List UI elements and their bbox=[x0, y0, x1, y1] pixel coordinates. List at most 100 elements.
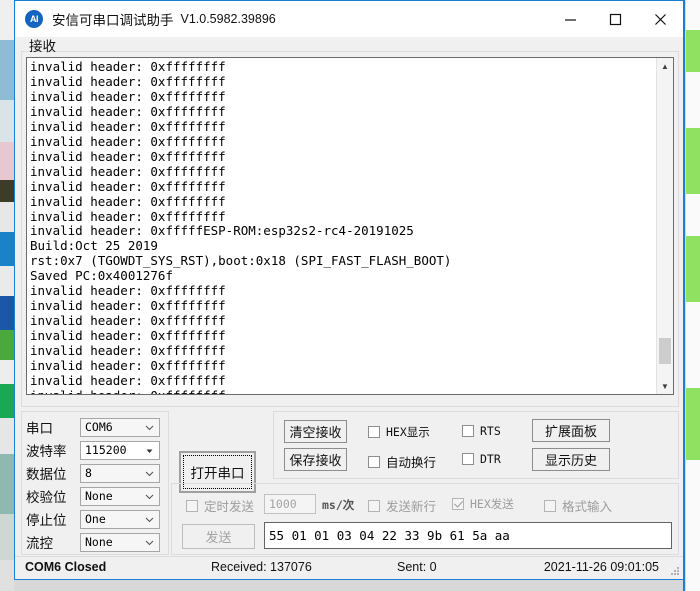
window-title: 安信可串口调试助手 bbox=[52, 13, 174, 28]
rts-label: RTS bbox=[480, 424, 501, 438]
setting-row-baud-rate: 波特率 115200 bbox=[26, 439, 160, 461]
background-thumbnail bbox=[0, 266, 14, 296]
format-input-checkbox[interactable]: 格式输入 bbox=[544, 496, 612, 515]
setting-row-flow-control: 流控 None bbox=[26, 531, 160, 553]
background-thumbnail bbox=[0, 296, 14, 330]
status-received-count: Received: 137076 bbox=[211, 560, 312, 574]
setting-row-stop-bits: 停止位 One bbox=[26, 508, 160, 530]
save-receive-button[interactable]: 保存接收 bbox=[284, 448, 347, 471]
dtr-label: DTR bbox=[480, 452, 501, 466]
background-thumbnail bbox=[0, 418, 14, 454]
flow-control-label: 流控 bbox=[26, 536, 53, 551]
show-history-button[interactable]: 显示历史 bbox=[532, 448, 610, 471]
background-thumbnail bbox=[0, 330, 14, 360]
hex-display-checkbox[interactable]: HEX显示 bbox=[368, 424, 430, 440]
clear-receive-button[interactable]: 清空接收 bbox=[284, 420, 347, 443]
background-green-strip bbox=[686, 128, 700, 194]
send-button[interactable]: 发送 bbox=[182, 524, 255, 549]
expand-panel-button[interactable]: 扩展面板 bbox=[532, 419, 610, 442]
format-input-label: 格式输入 bbox=[562, 500, 613, 514]
setting-row-serial-port: 串口 COM6 bbox=[26, 416, 160, 438]
background-thumbnail bbox=[0, 100, 14, 142]
send-panel: 定时发送 1000 ms/次 发送新行 HEX发送 格式输入 发送 55 01 … bbox=[171, 483, 679, 555]
chevron-down-icon bbox=[144, 491, 155, 502]
hex-send-checkbox[interactable]: HEX发送 bbox=[452, 496, 514, 512]
timed-send-label: 定时发送 bbox=[204, 500, 255, 514]
chevron-down-icon bbox=[144, 445, 155, 456]
timed-send-checkbox[interactable]: 定时发送 bbox=[186, 496, 254, 515]
send-interval-input[interactable]: 1000 bbox=[264, 494, 316, 514]
dtr-checkbox[interactable]: DTR bbox=[462, 452, 501, 466]
send-newline-label: 发送新行 bbox=[386, 500, 437, 514]
auto-wrap-checkbox[interactable]: 自动换行 bbox=[368, 452, 436, 471]
checkbox-box-icon bbox=[368, 499, 380, 512]
minimize-button[interactable] bbox=[548, 2, 593, 36]
status-timestamp: 2021-11-26 09:01:05 bbox=[543, 560, 659, 574]
receive-actions-panel: 清空接收 保存接收 HEX显示 自动换行 RTS DTR 扩展面板 显示历史 bbox=[273, 411, 679, 479]
checkbox-box-icon bbox=[186, 499, 198, 512]
application-window: AI 安信可串口调试助手 V1.0.5982.39896 接收 invalid … bbox=[14, 0, 684, 580]
setting-row-parity: 校验位 None bbox=[26, 485, 160, 507]
window-version: V1.0.5982.39896 bbox=[180, 12, 276, 26]
background-thumbnail bbox=[0, 232, 14, 266]
send-data-input[interactable]: 55 01 01 03 04 22 33 9b 61 5a aa bbox=[264, 522, 672, 549]
flow-control-select[interactable]: None bbox=[80, 532, 160, 552]
status-bar: COM6 Closed Received: 137076 Sent: 0 202… bbox=[15, 556, 683, 579]
maximize-icon bbox=[609, 13, 622, 25]
receive-panel: 接收 invalid header: 0xffffffff invalid he… bbox=[21, 37, 679, 407]
flow-control-value: None bbox=[85, 535, 113, 549]
receive-textarea-container: invalid header: 0xffffffff invalid heade… bbox=[26, 57, 674, 395]
background-green-strip bbox=[686, 30, 700, 72]
background-thumbnail bbox=[0, 142, 14, 180]
chevron-down-icon bbox=[144, 468, 155, 479]
status-sent-count: Sent: 0 bbox=[397, 560, 437, 574]
close-button[interactable] bbox=[638, 2, 683, 36]
parity-select[interactable]: None bbox=[80, 486, 160, 506]
baud-rate-select[interactable]: 115200 bbox=[80, 440, 160, 460]
scroll-down-arrow-icon[interactable]: ▼ bbox=[657, 378, 673, 394]
stop-bits-value: One bbox=[85, 512, 106, 526]
receive-scrollbar[interactable]: ▲ ▼ bbox=[656, 58, 673, 394]
checkbox-box-icon bbox=[462, 425, 474, 437]
maximize-button[interactable] bbox=[593, 2, 638, 36]
data-bits-label: 数据位 bbox=[26, 467, 67, 482]
checkbox-box-icon bbox=[462, 453, 474, 465]
receive-textarea[interactable]: invalid header: 0xffffffff invalid heade… bbox=[27, 58, 656, 394]
stop-bits-select[interactable]: One bbox=[80, 509, 160, 529]
checkbox-box-icon bbox=[368, 455, 380, 468]
serial-port-select[interactable]: COM6 bbox=[80, 417, 160, 437]
background-thumbnail bbox=[0, 40, 14, 100]
background-green-strip bbox=[686, 236, 700, 302]
scroll-up-arrow-icon[interactable]: ▲ bbox=[657, 58, 673, 74]
status-connection: COM6 Closed bbox=[25, 560, 107, 574]
chevron-down-icon bbox=[144, 514, 155, 525]
hex-display-label: HEX显示 bbox=[386, 425, 430, 439]
serial-port-value: COM6 bbox=[85, 420, 113, 434]
background-thumbnail bbox=[0, 514, 14, 560]
data-bits-value: 8 bbox=[85, 466, 92, 480]
stop-bits-label: 停止位 bbox=[26, 513, 67, 528]
chevron-down-icon bbox=[144, 537, 155, 548]
app-logo-icon: AI bbox=[25, 10, 43, 28]
title-bar: AI 安信可串口调试助手 V1.0.5982.39896 bbox=[15, 1, 683, 37]
rts-checkbox[interactable]: RTS bbox=[462, 424, 501, 438]
checkbox-box-icon bbox=[544, 499, 556, 512]
background-thumbnail bbox=[0, 384, 14, 418]
scrollbar-thumb[interactable] bbox=[659, 338, 671, 364]
send-newline-checkbox[interactable]: 发送新行 bbox=[368, 496, 436, 515]
send-interval-unit-label: ms/次 bbox=[322, 498, 355, 512]
parity-value: None bbox=[85, 489, 113, 503]
auto-wrap-label: 自动换行 bbox=[386, 456, 437, 470]
minimize-icon bbox=[565, 18, 576, 21]
background-thumbnail bbox=[0, 560, 14, 591]
resize-grip-icon[interactable] bbox=[670, 566, 680, 576]
setting-row-data-bits: 数据位 8 bbox=[26, 462, 160, 484]
close-icon bbox=[655, 13, 666, 25]
data-bits-select[interactable]: 8 bbox=[80, 463, 160, 483]
baud-rate-label: 波特率 bbox=[26, 444, 67, 459]
background-green-strip bbox=[686, 388, 700, 460]
serial-settings-panel: 串口 COM6 波特率 115200 数据位 8 校验位 None 停止位 On… bbox=[21, 411, 169, 555]
background-thumbnail bbox=[0, 180, 14, 202]
receive-panel-label: 接收 bbox=[29, 39, 56, 54]
checkbox-box-icon bbox=[368, 426, 380, 438]
